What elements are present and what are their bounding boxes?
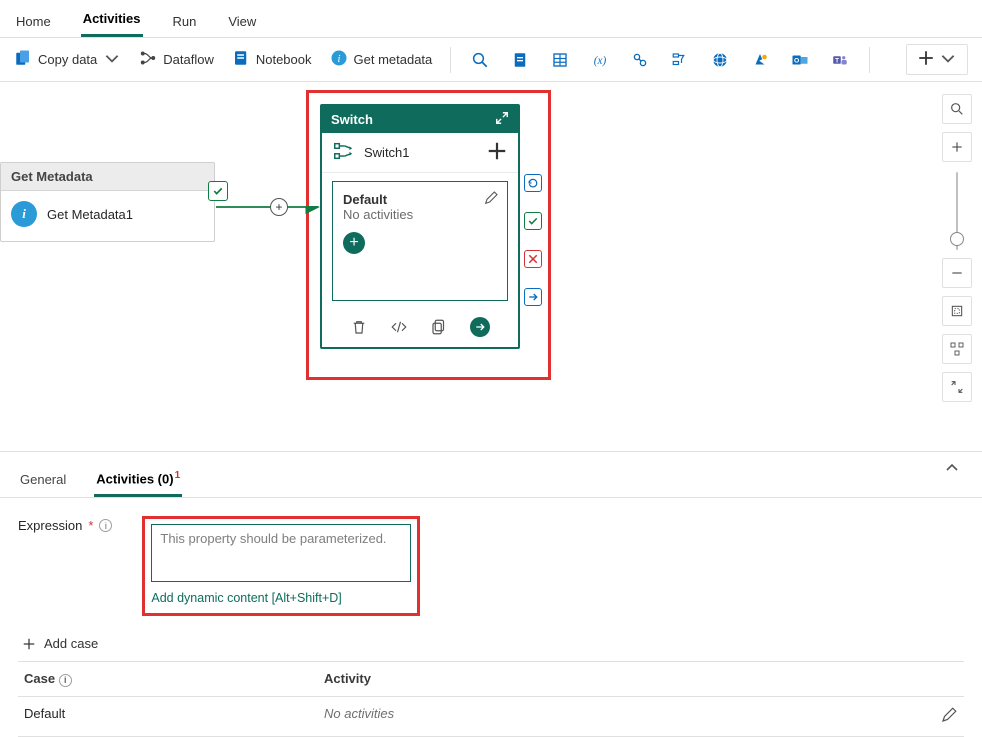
col-activity: Activity bbox=[324, 671, 918, 687]
node-gm-name: Get Metadata1 bbox=[47, 207, 133, 222]
add-dynamic-content-link[interactable]: Add dynamic content [Alt+Shift+D] bbox=[151, 591, 411, 605]
run-icon[interactable] bbox=[470, 317, 490, 337]
chevron-down-icon bbox=[103, 49, 121, 70]
script-icon[interactable] bbox=[509, 49, 531, 71]
dataflow-label: Dataflow bbox=[163, 52, 214, 67]
tab-view[interactable]: View bbox=[226, 6, 258, 37]
port-skip[interactable] bbox=[524, 288, 542, 306]
required-asterisk: * bbox=[88, 518, 93, 533]
panel-collapse-button[interactable] bbox=[944, 460, 960, 479]
pencil-icon[interactable] bbox=[483, 190, 499, 209]
panel-tab-general[interactable]: General bbox=[18, 466, 68, 495]
autolayout-button[interactable] bbox=[942, 334, 972, 364]
ribbon-divider bbox=[450, 47, 451, 73]
variable-icon[interactable]: (x) bbox=[589, 49, 611, 71]
outlook-icon[interactable]: O bbox=[789, 49, 811, 71]
node-gm-header: Get Metadata bbox=[1, 163, 214, 191]
filter-icon[interactable] bbox=[669, 49, 691, 71]
col-case: Case bbox=[24, 671, 55, 686]
port-fail[interactable] bbox=[524, 250, 542, 268]
zoom-out-button[interactable] bbox=[942, 258, 972, 288]
zoom-slider-thumb[interactable] bbox=[950, 232, 964, 246]
required-marker: 1 bbox=[175, 470, 181, 481]
copy-icon[interactable] bbox=[430, 318, 448, 336]
svg-text:i: i bbox=[337, 54, 340, 65]
case-row-activity: No activities bbox=[324, 706, 918, 727]
case-label: Default bbox=[343, 192, 497, 207]
collapse-canvas-button[interactable] bbox=[942, 372, 972, 402]
expression-label: Expression bbox=[18, 518, 82, 533]
tab-run[interactable]: Run bbox=[171, 6, 199, 37]
copy-data-label: Copy data bbox=[38, 52, 97, 67]
zoom-fit-button[interactable] bbox=[942, 296, 972, 326]
zoom-slider[interactable] bbox=[956, 172, 958, 250]
tab-home[interactable]: Home bbox=[14, 6, 53, 37]
info-icon: i bbox=[330, 49, 348, 70]
dataflow-button[interactable]: Dataflow bbox=[139, 49, 214, 70]
highlight-frame-expression: Add dynamic content [Alt+Shift+D] bbox=[142, 516, 420, 616]
port-success[interactable] bbox=[524, 212, 542, 230]
case-add-activity-button[interactable]: + bbox=[343, 232, 365, 254]
node-switch[interactable]: Switch Switch1 Default No activities + bbox=[320, 104, 520, 349]
expand-icon[interactable] bbox=[495, 111, 509, 128]
notebook-button[interactable]: Notebook bbox=[232, 49, 312, 70]
tab-activities[interactable]: Activities bbox=[81, 3, 143, 37]
switch-icon bbox=[332, 140, 354, 165]
ribbon-divider-2 bbox=[869, 47, 870, 73]
azure-icon[interactable] bbox=[749, 49, 771, 71]
svg-text:(x): (x) bbox=[594, 54, 607, 66]
case-no-activities: No activities bbox=[343, 207, 497, 222]
connector: + bbox=[216, 198, 322, 216]
dataflow-icon bbox=[139, 49, 157, 70]
panel-tab-activities[interactable]: Activities (0)1 bbox=[94, 464, 182, 497]
help-icon[interactable]: i bbox=[99, 519, 112, 532]
case-row-label: Default bbox=[24, 706, 324, 727]
teams-icon[interactable]: T bbox=[829, 49, 851, 71]
copy-data-button[interactable]: Copy data bbox=[14, 49, 121, 70]
web-icon[interactable] bbox=[709, 49, 731, 71]
switch-add-case-icon[interactable] bbox=[486, 140, 508, 165]
switch-default-case[interactable]: Default No activities + bbox=[332, 181, 508, 301]
node-switch-type: Switch bbox=[331, 112, 373, 127]
notebook-label: Notebook bbox=[256, 52, 312, 67]
connector-add-button[interactable]: + bbox=[270, 198, 288, 216]
ribbon-add-button[interactable] bbox=[906, 44, 968, 75]
copy-data-icon bbox=[14, 49, 32, 70]
svg-text:O: O bbox=[794, 57, 799, 64]
get-metadata-button[interactable]: i Get metadata bbox=[330, 49, 433, 70]
plus-icon bbox=[917, 49, 935, 70]
help-icon[interactable]: i bbox=[59, 674, 72, 687]
case-row-default[interactable]: Default No activities bbox=[18, 697, 964, 737]
add-case-button[interactable]: Add case bbox=[22, 636, 964, 651]
expression-input[interactable] bbox=[151, 524, 411, 582]
info-icon: i bbox=[11, 201, 37, 227]
lookup-icon[interactable] bbox=[629, 49, 651, 71]
node-get-metadata[interactable]: Get Metadata i Get Metadata1 bbox=[0, 162, 215, 242]
chevron-down-icon bbox=[939, 49, 957, 70]
table-icon[interactable] bbox=[549, 49, 571, 71]
get-metadata-label: Get metadata bbox=[354, 52, 433, 67]
pencil-icon[interactable] bbox=[940, 706, 958, 727]
search-icon[interactable] bbox=[469, 49, 491, 71]
notebook-icon bbox=[232, 49, 250, 70]
panel-tab-activities-label: Activities (0) bbox=[96, 471, 173, 486]
add-case-label: Add case bbox=[44, 636, 98, 651]
node-switch-name: Switch1 bbox=[364, 145, 410, 160]
trash-icon[interactable] bbox=[350, 318, 368, 336]
zoom-search-icon[interactable] bbox=[942, 94, 972, 124]
code-icon[interactable] bbox=[390, 318, 408, 336]
port-completion[interactable] bbox=[524, 174, 542, 192]
zoom-in-button[interactable] bbox=[942, 132, 972, 162]
